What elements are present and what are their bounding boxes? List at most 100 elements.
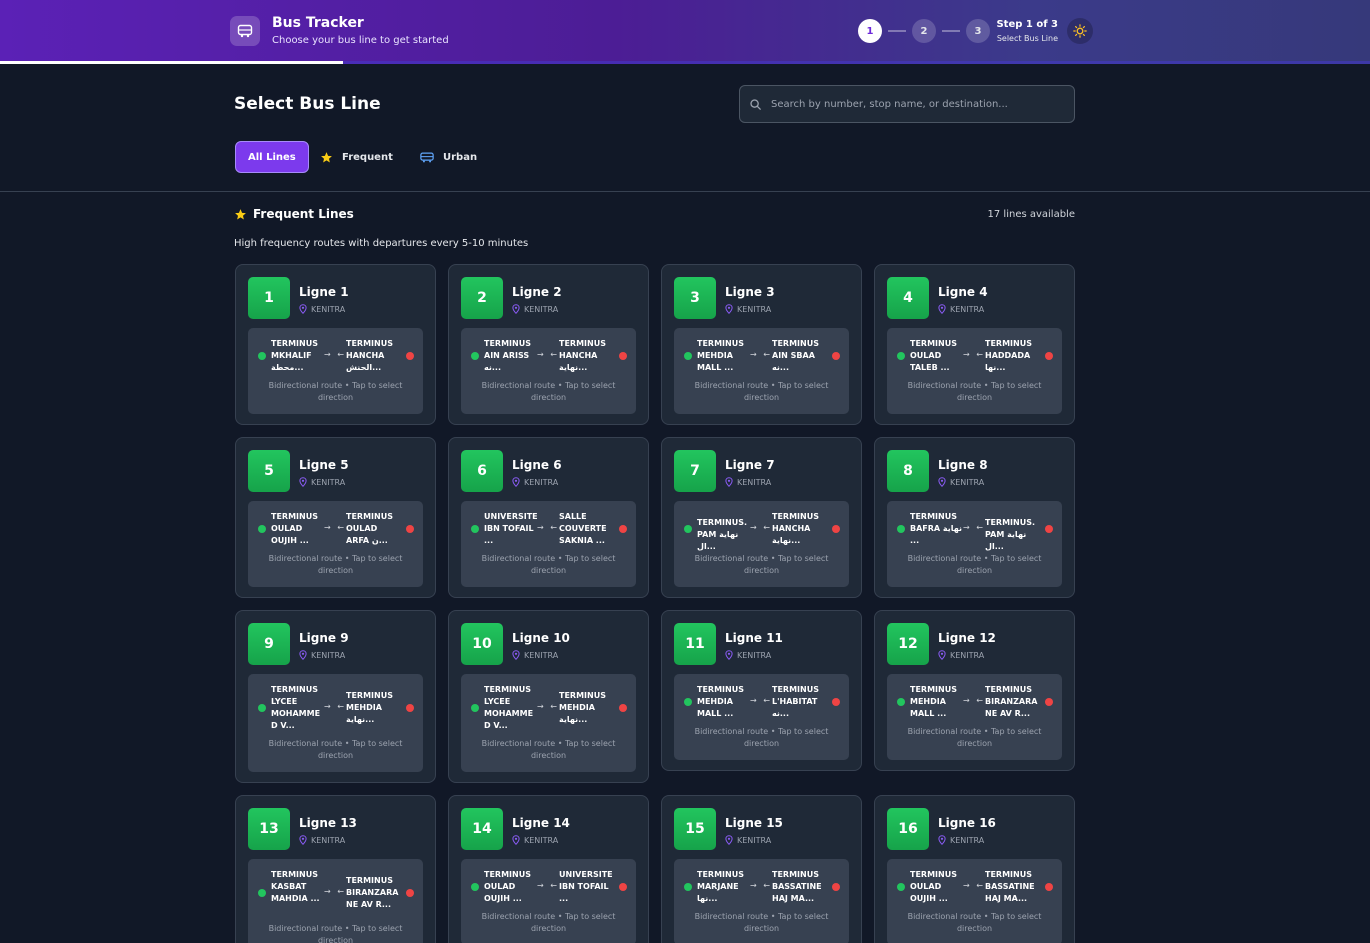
map-pin-icon [299, 477, 307, 487]
origin-stop: TERMINUS MEHDIA MALL ... [910, 685, 957, 718]
line-number-badge: 14 [461, 808, 503, 850]
filter-urban[interactable]: Urban [420, 141, 477, 173]
start-dot [897, 883, 905, 891]
route-preview[interactable]: TERMINUS OULAD OUJIH ... → ← TERMINUS OULA… [248, 501, 423, 587]
destination-stop: TERMINUS OULAD ARFA ن... [346, 512, 393, 545]
bus-line-card[interactable]: 2 Ligne 2 KENITRA TERMINUS AIN ARISS نه... →… [448, 264, 649, 425]
theme-toggle-button[interactable] [1067, 18, 1093, 44]
line-city-text: KENITRA [311, 835, 346, 845]
bus-line-card[interactable]: 4 Ligne 4 KENITRA TERMINUS OULAD TALEB ... →… [874, 264, 1075, 425]
start-dot [684, 698, 692, 706]
bidirectional-arrows-icon: → ← [750, 881, 772, 890]
route-preview[interactable]: TERMINUS OULAD OUJIH ... → ← TERMINUS BASS… [887, 859, 1062, 943]
section-divider [0, 191, 1370, 192]
end-dot [832, 698, 840, 706]
route-preview[interactable]: TERMINUS OULAD OUJIH ... → ← UNIVERSITE IB… [461, 859, 636, 943]
route-hint: Bidirectional route • Tap to select dire… [907, 554, 1042, 575]
origin-stop: TERMINUS LYCEE MOHAMMED V... [271, 685, 321, 730]
route-preview[interactable]: TERMINUS.PAM نهاية ال... → ← TERMINUS HANC… [674, 501, 849, 587]
line-name: Ligne 8 [938, 458, 988, 472]
start-dot [471, 883, 479, 891]
bus-line-card[interactable]: 6 Ligne 6 KENITRA UNIVERSITE IBN TOFAIL ...… [448, 437, 649, 598]
app-header: Bus Tracker Choose your bus line to get … [0, 0, 1370, 64]
line-city: KENITRA [725, 477, 771, 487]
origin-stop: TERMINUS.PAM نهاية ال... [697, 518, 748, 551]
map-pin-icon [299, 304, 307, 314]
bus-line-card[interactable]: 5 Ligne 5 KENITRA TERMINUS OULAD OUJIH ... →… [235, 437, 436, 598]
search-box[interactable] [739, 85, 1075, 123]
line-name: Ligne 5 [299, 458, 349, 472]
bus-line-card[interactable]: 3 Ligne 3 KENITRA TERMINUS MEHDIA MALL ... →… [661, 264, 862, 425]
route-preview[interactable]: TERMINUS OULAD TALEB ... → ← TERMINUS HADD… [887, 328, 1062, 414]
start-dot [258, 352, 266, 360]
end-dot [832, 883, 840, 891]
step-3-indicator: 3 [966, 19, 990, 43]
line-city: KENITRA [725, 650, 771, 660]
bidirectional-arrows-icon: → ← [537, 881, 559, 890]
search-icon [750, 98, 761, 110]
star-icon [321, 151, 332, 162]
route-hint: Bidirectional route • Tap to select dire… [268, 381, 403, 402]
map-pin-icon [512, 477, 520, 487]
line-name: Ligne 15 [725, 816, 783, 830]
destination-stop: TERMINUS HANCHA نهاية... [559, 339, 606, 372]
map-pin-icon [512, 835, 520, 845]
origin-stop: TERMINUS MEHDIA MALL ... [697, 685, 744, 718]
line-city-text: KENITRA [524, 477, 559, 487]
step-label: Step 1 of 3 [996, 19, 1058, 30]
line-city-text: KENITRA [524, 304, 559, 314]
line-city-text: KENITRA [950, 835, 985, 845]
destination-stop: SALLE COUVERTE SAKNIA ... [559, 512, 607, 545]
bus-line-card[interactable]: 8 Ligne 8 KENITRA TERMINUS BAFRA نهاية ... →… [874, 437, 1075, 598]
end-dot [406, 525, 414, 533]
route-preview[interactable]: TERMINUS MEHDIA MALL ... → ← TERMINUS AIN … [674, 328, 849, 414]
line-city: KENITRA [725, 304, 771, 314]
bidirectional-arrows-icon: → ← [537, 702, 559, 711]
line-name: Ligne 13 [299, 816, 357, 830]
bus-line-card[interactable]: 12 Ligne 12 KENITRA TERMINUS MEHDIA MALL ..… [874, 610, 1075, 771]
route-preview[interactable]: TERMINUS MEHDIA MALL ... → ← TERMINUS L'HA… [674, 674, 849, 760]
map-pin-icon [938, 304, 946, 314]
line-number-badge: 6 [461, 450, 503, 492]
bus-line-card[interactable]: 16 Ligne 16 KENITRA TERMINUS OULAD OUJIH ..… [874, 795, 1075, 943]
route-preview[interactable]: TERMINUS LYCEE MOHAMMED V... → ← TERMINUS … [248, 674, 423, 772]
bus-line-card[interactable]: 7 Ligne 7 KENITRA TERMINUS.PAM نهاية ال... →… [661, 437, 862, 598]
bus-line-card[interactable]: 14 Ligne 14 KENITRA TERMINUS OULAD OUJIH ..… [448, 795, 649, 943]
bus-line-card[interactable]: 9 Ligne 9 KENITRA TERMINUS LYCEE MOHAMMED V… [235, 610, 436, 783]
route-preview[interactable]: TERMINUS MEHDIA MALL ... → ← TERMINUS BIRA… [887, 674, 1062, 760]
bus-line-card[interactable]: 13 Ligne 13 KENITRA TERMINUS KASBAT MAHDIA … [235, 795, 436, 943]
route-preview[interactable]: TERMINUS KASBAT MAHDIA ... → ← TERMINUS BI… [248, 859, 423, 943]
bidirectional-arrows-icon: → ← [963, 881, 985, 890]
filter-all-lines[interactable]: All Lines [235, 141, 309, 173]
filter-frequent[interactable]: Frequent [320, 141, 393, 173]
bidirectional-arrows-icon: → ← [963, 696, 985, 705]
route-hint: Bidirectional route • Tap to select dire… [694, 554, 829, 575]
origin-stop: TERMINUS OULAD OUJIH ... [271, 512, 318, 545]
search-input[interactable] [771, 98, 1061, 110]
origin-stop: UNIVERSITE IBN TOFAIL ... [484, 512, 538, 545]
line-city-text: KENITRA [950, 304, 985, 314]
route-preview[interactable]: TERMINUS BAFRA نهاية ... → ← TERMINUS.PAM … [887, 501, 1062, 587]
filter-label: Urban [443, 151, 478, 163]
route-preview[interactable]: TERMINUS MKHALIF محطة... → ← TERMINUS HANC… [248, 328, 423, 414]
line-number-badge: 8 [887, 450, 929, 492]
bus-line-card[interactable]: 15 Ligne 15 KENITRA TERMINUS MARJANE نها...… [661, 795, 862, 943]
section-title: Frequent Lines [253, 207, 354, 221]
line-name: Ligne 11 [725, 631, 783, 645]
bus-line-card[interactable]: 10 Ligne 10 KENITRA TERMINUS LYCEE MOHAMMED… [448, 610, 649, 783]
bus-line-card[interactable]: 11 Ligne 11 KENITRA TERMINUS MEHDIA MALL ..… [661, 610, 862, 771]
bus-line-card[interactable]: 1 Ligne 1 KENITRA TERMINUS MKHALIF محطة... →… [235, 264, 436, 425]
route-preview[interactable]: TERMINUS LYCEE MOHAMMED V... → ← TERMINUS … [461, 674, 636, 772]
route-hint: Bidirectional route • Tap to select dire… [268, 554, 403, 575]
route-preview[interactable]: TERMINUS MARJANE نها... → ← TERMINUS BASSA… [674, 859, 849, 943]
bidirectional-arrows-icon: → ← [324, 887, 346, 896]
route-preview[interactable]: TERMINUS AIN ARISS نه... → ← TERMINUS HANC… [461, 328, 636, 414]
line-city: KENITRA [512, 650, 558, 660]
route-preview[interactable]: UNIVERSITE IBN TOFAIL ... → ← SALLE COUVER… [461, 501, 636, 587]
filter-label: All Lines [248, 151, 296, 163]
start-dot [684, 352, 692, 360]
line-city-text: KENITRA [311, 650, 346, 660]
line-name: Ligne 16 [938, 816, 996, 830]
line-number-badge: 13 [248, 808, 290, 850]
map-pin-icon [725, 304, 733, 314]
